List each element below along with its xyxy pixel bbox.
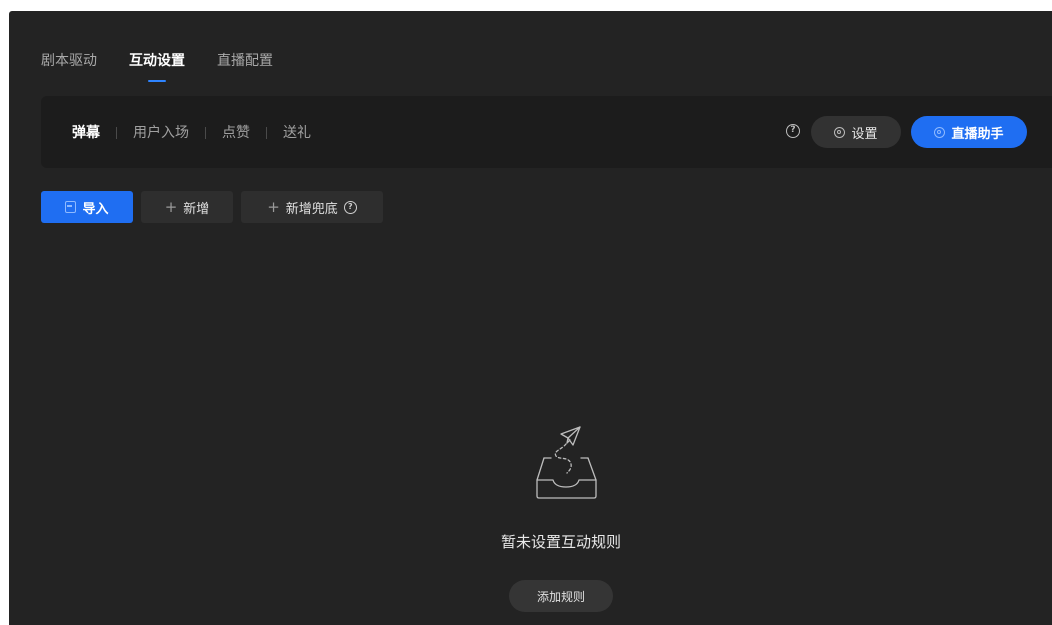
add-rule-button[interactable]: 添加规则 xyxy=(509,580,613,612)
help-circle-icon[interactable]: ? xyxy=(786,124,800,138)
sub-tab-gift[interactable]: 送礼 xyxy=(283,123,311,143)
sub-tab-user-entry[interactable]: 用户入场 xyxy=(133,123,189,143)
import-button-label: 导入 xyxy=(82,201,109,217)
import-button[interactable]: 导入 xyxy=(41,191,133,223)
gear-icon xyxy=(834,126,846,138)
tab-script-driven[interactable]: 剧本驱动 xyxy=(41,51,97,75)
live-assistant-button[interactable]: 直播助手 xyxy=(911,116,1027,148)
settings-button-label: 设置 xyxy=(851,126,878,142)
top-tabs: 剧本驱动 互动设置 直播配置 xyxy=(41,51,273,75)
divider xyxy=(116,127,117,139)
tab-interaction-settings[interactable]: 互动设置 xyxy=(129,51,185,75)
add-button[interactable]: + 新增 xyxy=(141,191,233,223)
plus-icon: + xyxy=(164,197,178,216)
add-button-label: 新增 xyxy=(183,201,210,217)
import-icon xyxy=(65,201,77,213)
empty-inbox-icon xyxy=(536,426,597,499)
divider xyxy=(266,127,267,139)
settings-button[interactable]: 设置 xyxy=(811,116,901,148)
action-buttons: 导入 + 新增 + 新增兜底 ? xyxy=(41,191,383,223)
app-window: 剧本驱动 互动设置 直播配置 弹幕 用户入场 点赞 送礼 ? 设置 直播助手 导… xyxy=(9,11,1052,625)
divider xyxy=(205,127,206,139)
live-assistant-button-label: 直播助手 xyxy=(951,126,1004,142)
gear-icon xyxy=(934,126,946,138)
tab-live-config[interactable]: 直播配置 xyxy=(217,51,273,75)
sub-tab-like[interactable]: 点赞 xyxy=(222,123,250,143)
sub-tab-danmaku[interactable]: 弹幕 xyxy=(72,123,100,143)
add-fallback-button[interactable]: + 新增兜底 ? xyxy=(241,191,383,223)
plus-icon: + xyxy=(267,197,280,216)
help-circle-icon[interactable]: ? xyxy=(343,200,357,214)
interaction-type-bar: 弹幕 用户入场 点赞 送礼 ? 设置 直播助手 xyxy=(41,96,1052,168)
empty-state-message: 暂未设置互动规则 xyxy=(500,533,621,551)
sub-tabs: 弹幕 用户入场 点赞 送礼 xyxy=(72,123,311,143)
add-fallback-button-label: 新增兜底 xyxy=(285,201,338,217)
